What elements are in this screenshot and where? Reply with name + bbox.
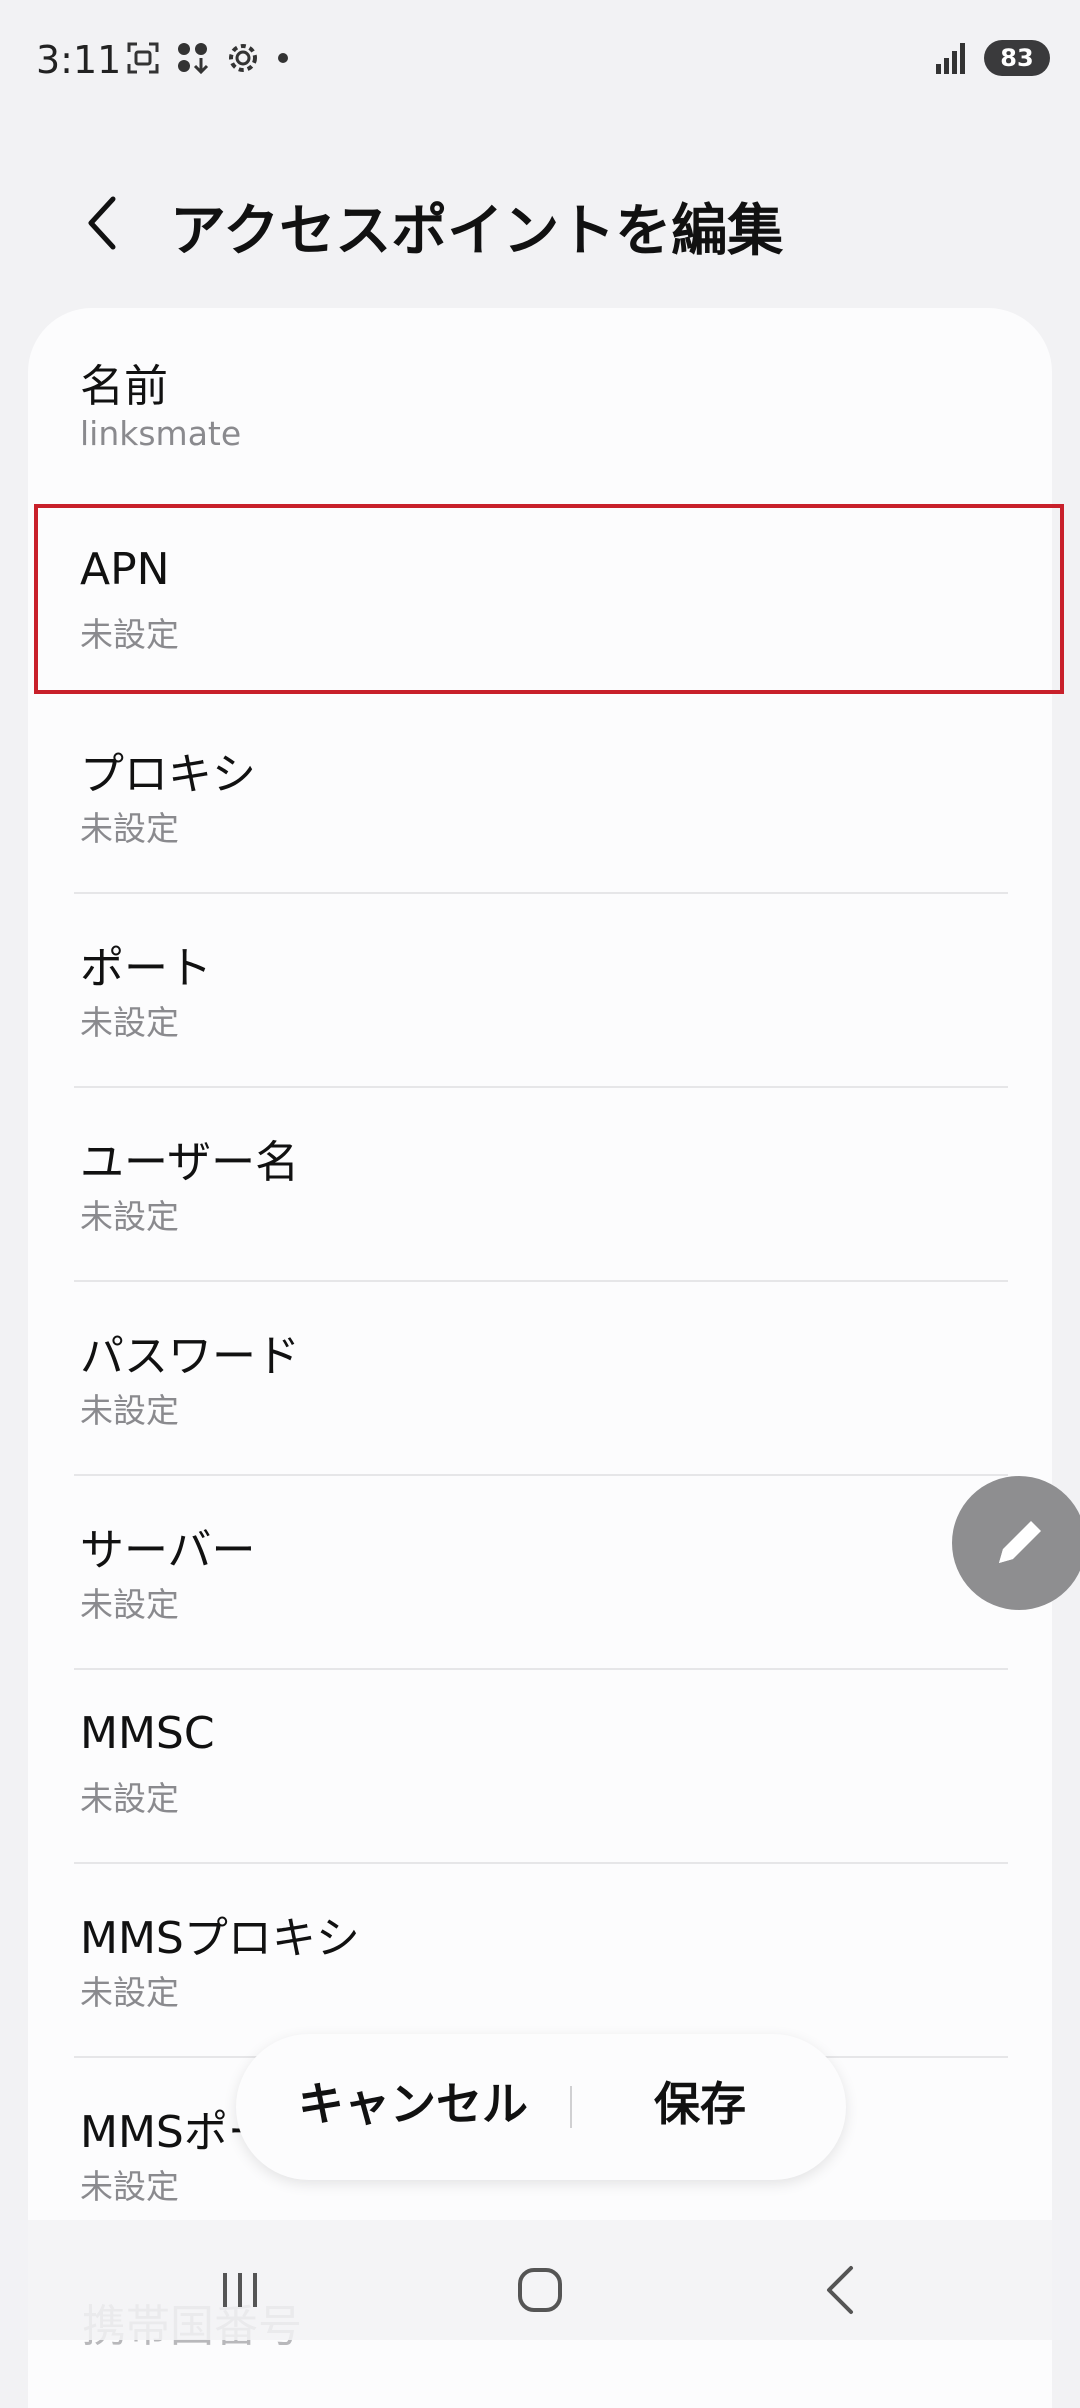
status-icons-left <box>125 40 291 76</box>
row-value: 未設定 <box>80 1585 179 1624</box>
row-label: MMSC <box>80 1708 215 1759</box>
screenshot-icon <box>127 42 159 74</box>
pencil-icon <box>999 1521 1041 1563</box>
status-time: 3:11 <box>36 38 122 82</box>
row-server[interactable]: サーバー 未設定 <box>28 1472 1052 1666</box>
status-bar: 3:11 83 <box>0 0 1080 120</box>
row-label: ユーザー名 <box>80 1137 300 1188</box>
settings-icon <box>229 44 257 72</box>
row-username[interactable]: ユーザー名 未設定 <box>28 1084 1052 1278</box>
status-icons-right: 83 <box>934 40 1050 76</box>
page-title: アクセスポイントを編集 <box>170 199 784 264</box>
row-label: サーバー <box>80 1525 256 1576</box>
row-value: 未設定 <box>80 2167 179 2206</box>
row-label: MMSプロキシ <box>80 1913 360 1964</box>
row-value: 未設定 <box>80 1003 179 1042</box>
recent-apps-icon <box>223 2273 257 2307</box>
header: アクセスポイントを編集 <box>0 170 1080 280</box>
cancel-button[interactable]: キャンセル <box>298 2068 528 2134</box>
row-label: ポート <box>80 943 212 994</box>
row-value: 未設定 <box>80 1197 179 1236</box>
notification-dot-icon <box>278 53 288 63</box>
battery-icon: 83 <box>984 40 1050 76</box>
back-arrow-icon <box>827 2266 853 2314</box>
chevron-left-icon <box>88 196 116 250</box>
row-label: プロキシ <box>80 749 256 800</box>
action-bar: キャンセル 保存 <box>236 2034 846 2180</box>
navigation-bar <box>0 2220 1080 2340</box>
row-value: 未設定 <box>80 1779 179 1818</box>
save-button[interactable]: 保存 <box>654 2068 746 2134</box>
apn-highlight-box <box>34 504 1064 694</box>
row-value: 未設定 <box>80 809 179 848</box>
edit-fab-button[interactable] <box>952 1476 1080 1610</box>
download-icon <box>178 43 209 75</box>
row-password[interactable]: パスワード 未設定 <box>28 1278 1052 1472</box>
row-label: パスワード <box>80 1331 300 1382</box>
signal-icon <box>936 43 965 74</box>
row-value: 未設定 <box>80 1973 179 2012</box>
row-name[interactable]: 名前 linksmate <box>28 308 1052 502</box>
row-proxy[interactable]: プロキシ 未設定 <box>28 696 1052 890</box>
row-mms-proxy[interactable]: MMSプロキシ 未設定 <box>28 1860 1052 2054</box>
action-separator <box>570 2086 572 2128</box>
row-value: linksmate <box>80 414 242 453</box>
recent-apps-button[interactable] <box>200 2250 280 2330</box>
home-icon <box>518 2268 562 2312</box>
row-port[interactable]: ポート 未設定 <box>28 890 1052 1084</box>
nav-back-button[interactable] <box>800 2250 880 2330</box>
home-button[interactable] <box>500 2250 580 2330</box>
back-button[interactable] <box>66 188 136 258</box>
row-label: 名前 <box>80 361 168 412</box>
battery-level: 83 <box>1000 44 1034 72</box>
row-mmsc[interactable]: MMSC 未設定 <box>28 1666 1052 1860</box>
row-value: 未設定 <box>80 1391 179 1430</box>
